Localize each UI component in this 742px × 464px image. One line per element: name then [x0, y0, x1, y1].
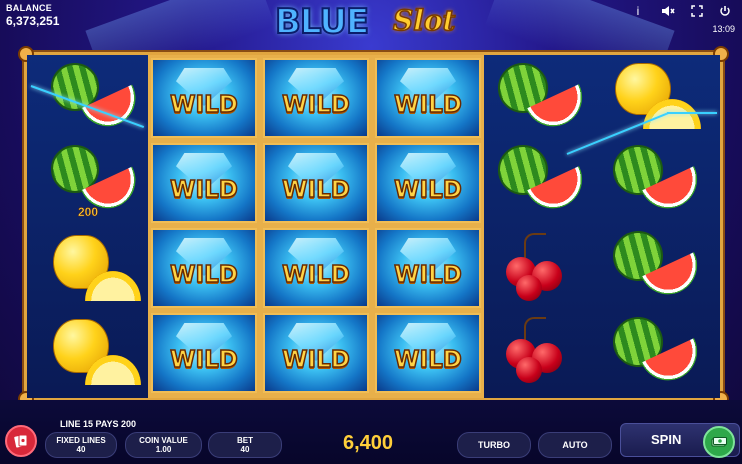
turbo-button[interactable]: TURBO	[457, 432, 531, 458]
wild-label: WILD	[393, 346, 462, 374]
payline	[667, 112, 717, 114]
top-bar: BALANCE 6,373,251 BLUE Slot i 13:09	[0, 0, 742, 50]
reel-cell-lemon	[27, 313, 148, 397]
spin-label: SPIN	[651, 432, 682, 447]
wild-reels: WILD WILD WILD WILD WILD WILD WILD WILD …	[148, 55, 484, 398]
wild-symbol: WILD	[151, 228, 257, 308]
fixed-lines-label: FIXED LINES	[56, 436, 106, 445]
money-stack-icon	[703, 426, 735, 458]
reel-cell-watermelon	[597, 227, 720, 311]
sound-icon[interactable]	[659, 2, 677, 20]
bet-label: BET	[237, 436, 253, 445]
reel-cell-watermelon	[484, 141, 597, 225]
wild-symbol: WILD	[263, 228, 369, 308]
bet-selector[interactable]: BET 40	[208, 432, 282, 458]
logo-blue-text: BLUE	[274, 1, 370, 43]
wild-label: WILD	[281, 346, 350, 374]
wild-symbol: WILD	[263, 143, 369, 223]
reel-cell-lemon	[597, 55, 720, 139]
wild-symbol: WILD	[263, 58, 369, 138]
win-amount: 6,400	[343, 432, 394, 454]
reel-6	[597, 55, 720, 398]
wild-label: WILD	[169, 91, 238, 119]
power-icon[interactable]	[716, 2, 734, 20]
bet-value: 40	[240, 445, 250, 454]
reel-frame: WILD WILD WILD WILD WILD WILD WILD WILD …	[18, 46, 729, 407]
auto-button[interactable]: AUTO	[538, 432, 612, 458]
clock: 13:09	[712, 24, 735, 34]
turbo-label: TURBO	[478, 440, 510, 450]
reel-cell-lemon	[27, 227, 148, 311]
balance-label: BALANCE	[6, 3, 53, 13]
reel-cell-watermelon	[484, 55, 597, 139]
logo-slot-text: Slot	[392, 3, 456, 38]
wild-label: WILD	[393, 176, 462, 204]
wild-label: WILD	[393, 261, 462, 289]
fullscreen-icon[interactable]	[688, 2, 706, 20]
auto-label: AUTO	[562, 440, 588, 450]
wild-symbol: WILD	[375, 313, 481, 393]
wild-symbol: WILD	[375, 58, 481, 138]
wild-symbol: WILD	[151, 313, 257, 393]
fixed-lines-display: FIXED LINES 40	[45, 432, 117, 458]
wild-label: WILD	[393, 91, 462, 119]
paytable-button[interactable]	[5, 425, 37, 457]
balance-value: 6,373,251	[6, 14, 60, 28]
reel-cell-cherry	[484, 227, 597, 311]
reel-cell-watermelon	[597, 313, 720, 397]
wild-label: WILD	[169, 346, 238, 374]
cherry-icon	[516, 357, 542, 383]
wild-symbol: WILD	[375, 228, 481, 308]
line-info: LINE 15 PAYS 200	[60, 419, 137, 429]
cards-icon	[14, 434, 28, 448]
game-logo: BLUE Slot	[274, 1, 470, 46]
reel-cell-cherry	[484, 313, 597, 397]
wild-symbol: WILD	[263, 313, 369, 393]
spin-button[interactable]: SPIN	[620, 423, 740, 458]
wild-label: WILD	[281, 261, 350, 289]
wild-label: WILD	[169, 261, 238, 289]
reel-cell-watermelon	[597, 141, 720, 225]
wild-label: WILD	[169, 176, 238, 204]
reel-5	[484, 55, 597, 398]
reel-cell-watermelon	[27, 55, 148, 139]
coin-value-selector[interactable]: COIN VALUE 1.00	[125, 432, 202, 458]
coin-value-value: 1.00	[155, 445, 172, 454]
cherry-icon	[516, 275, 542, 301]
fixed-lines-value: 40	[76, 445, 86, 454]
coin-value-label: COIN VALUE	[139, 436, 188, 445]
wild-label: WILD	[281, 91, 350, 119]
wild-symbol: WILD	[151, 143, 257, 223]
wild-symbol: WILD	[375, 143, 481, 223]
line-win-amount: 200	[78, 205, 99, 220]
info-icon[interactable]: i	[629, 2, 647, 20]
wild-symbol: WILD	[151, 58, 257, 138]
wild-label: WILD	[281, 176, 350, 204]
